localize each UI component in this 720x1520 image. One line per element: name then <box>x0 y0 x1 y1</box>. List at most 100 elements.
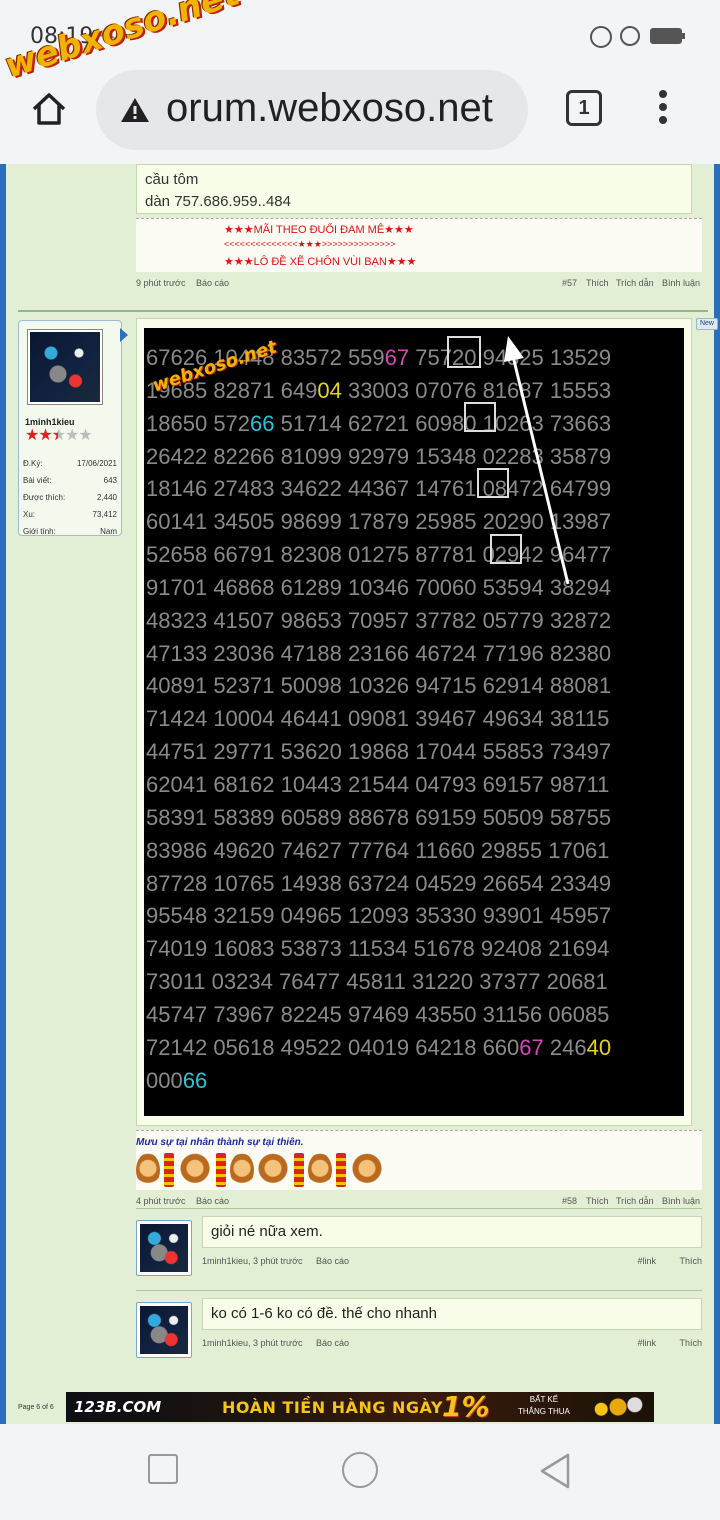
post-number-link[interactable]: #58 <box>562 1196 577 1206</box>
number-cell: 52371 <box>213 673 275 699</box>
banner-subtext: BẤT KỂ THẮNG THUA <box>518 1395 570 1416</box>
lottery-number-image[interactable]: 67626 10448 83572 55967 75720 94325 1352… <box>144 328 684 1116</box>
number-cell: 82308 <box>280 542 342 568</box>
report-link[interactable]: Báo cáo <box>196 278 229 288</box>
post-time[interactable]: 4 phút trước <box>136 1196 185 1206</box>
number-cell: 66791 <box>213 542 275 568</box>
number-cell: 83572 <box>280 345 342 370</box>
number-cell: 18146 <box>146 476 208 502</box>
comment-link[interactable]: Bình luận <box>662 278 700 288</box>
number-row: 73011 03234 76477 45811 31220 37377 2068… <box>146 966 611 999</box>
like-link[interactable]: Thích <box>586 278 609 288</box>
quote-link[interactable]: Trích dẫn <box>616 278 654 288</box>
number-row: 62041 68162 10443 21544 04793 69157 9871… <box>146 769 611 802</box>
comment-link[interactable]: Bình luận <box>662 1196 700 1206</box>
quote-link[interactable]: Trích dẫn <box>616 1196 654 1206</box>
number-cell: 62914 <box>482 673 544 699</box>
signature-motto: Mưu sự tại nhân thành sự tại thiên. <box>136 1137 304 1148</box>
number-cell: 61289 <box>280 574 342 600</box>
number-cell: 93901 <box>482 903 544 929</box>
home-button[interactable] <box>342 1452 378 1488</box>
report-link[interactable]: Báo cáo <box>316 1338 349 1348</box>
recent-apps-button[interactable] <box>148 1454 178 1484</box>
browser-toolbar: orum.webxoso.net 1 <box>0 64 720 164</box>
permalink[interactable]: #link <box>637 1256 656 1266</box>
number-cell: 58755 <box>549 804 612 830</box>
page-indicator: Page 6 of 6 <box>18 1404 54 1411</box>
permalink[interactable]: #link <box>637 1338 656 1348</box>
like-link[interactable]: Thích <box>586 1196 609 1206</box>
quote-line: cầu tôm <box>145 171 199 188</box>
number-cell: 98653 <box>280 607 342 633</box>
number-cell: 69157 <box>482 771 544 797</box>
number-cell: 74019 <box>146 936 208 962</box>
comment-author-time[interactable]: 1minh1kieu, 3 phút trước <box>202 1256 302 1266</box>
arrow-annotation-icon <box>504 336 570 585</box>
user-card: 1minh1kieu ★★★★★★ Đ.Ký:17/06/2021 Bài vi… <box>18 320 122 536</box>
number-cell: 17879 <box>347 509 410 535</box>
post-57-quote: cầu tôm dàn 757.686.959..484 <box>136 164 692 214</box>
banner-headline: HOÀN TIỀN HÀNG NGÀY <box>222 1398 443 1417</box>
number-cell: 64218 <box>415 1034 477 1060</box>
number-cell: 82380 <box>549 640 612 666</box>
warning-icon[interactable] <box>120 96 150 124</box>
number-cell: 98699 <box>280 509 342 535</box>
report-link[interactable]: Báo cáo <box>196 1196 229 1206</box>
kebab-icon[interactable] <box>658 90 668 130</box>
post-number-link[interactable]: #57 <box>562 278 577 288</box>
number-cell: 55967 <box>347 345 410 370</box>
ad-banner[interactable]: 123B.COM HOÀN TIỀN HÀNG NGÀY 1% BẤT KỂ T… <box>66 1392 654 1422</box>
avatar[interactable] <box>27 329 103 405</box>
number-cell: 07076 <box>415 377 477 403</box>
like-link[interactable]: Thích <box>679 1338 702 1348</box>
number-cell: 45957 <box>549 903 612 929</box>
number-cell: 50098 <box>280 673 342 699</box>
number-cell: 29855 <box>480 837 543 863</box>
signature-line: ★★★MÃI THEO ĐUỔI ĐAM MÊ★★★ <box>224 224 414 236</box>
number-cell: 00066 <box>146 1067 208 1093</box>
number-cell: 04019 <box>347 1034 410 1060</box>
number-row: 72142 05618 49522 04019 64218 66067 2464… <box>146 1032 611 1065</box>
comment-text: giỏi né nữa xem. <box>202 1216 702 1248</box>
tab-switcher-button[interactable]: 1 <box>566 90 602 126</box>
number-cell: 11660 <box>415 837 475 863</box>
signature-line: ★★★LÔ ĐỀ XẼ CHÔN VÙI BẠN★★★ <box>224 256 417 268</box>
url-text[interactable]: orum.webxoso.net <box>166 86 516 131</box>
number-cell: 04529 <box>415 870 477 896</box>
battery-icon <box>650 28 685 44</box>
number-cell: 23349 <box>549 870 612 896</box>
signature-line: <<<<<<<<<<<<<<★★★>>>>>>>>>>>>>> <box>224 239 396 249</box>
number-cell: 37782 <box>415 607 477 633</box>
back-button[interactable] <box>538 1452 572 1490</box>
post-time[interactable]: 9 phút trước <box>136 278 185 288</box>
number-cell: 51714 <box>280 410 342 436</box>
number-cell: 19868 <box>347 739 410 765</box>
avatar[interactable] <box>136 1220 192 1276</box>
avatar[interactable] <box>136 1302 192 1358</box>
banner-brand: 123B.COM <box>74 1398 162 1416</box>
number-cell: 41507 <box>213 607 275 633</box>
number-cell: 58391 <box>146 804 208 830</box>
home-icon[interactable] <box>30 90 68 128</box>
number-cell: 92979 <box>347 443 410 469</box>
number-cell: 45811 <box>346 969 406 995</box>
number-cell: 47133 <box>146 640 208 666</box>
number-cell: 38115 <box>549 706 610 732</box>
number-cell: 52658 <box>146 542 208 568</box>
number-cell: 57266 <box>213 410 275 436</box>
number-row: 83986 49620 74627 77764 11660 29855 1706… <box>146 835 611 868</box>
number-row: 00066 <box>146 1065 611 1098</box>
report-link[interactable]: Báo cáo <box>316 1256 349 1266</box>
like-link[interactable]: Thích <box>679 1256 702 1266</box>
number-cell: 73497 <box>549 739 612 765</box>
number-cell: 83986 <box>146 837 208 863</box>
number-cell: 48323 <box>146 607 208 633</box>
comment-author-time[interactable]: 1minh1kieu, 3 phút trước <box>202 1338 302 1348</box>
number-cell: 60141 <box>146 509 208 535</box>
number-cell: 25985 <box>415 509 477 535</box>
comment-divider <box>136 1208 702 1209</box>
number-cell: 18650 <box>146 410 208 436</box>
address-bar[interactable]: orum.webxoso.net <box>96 70 528 150</box>
number-cell: 39467 <box>415 706 477 732</box>
number-cell: 87728 <box>146 870 208 896</box>
